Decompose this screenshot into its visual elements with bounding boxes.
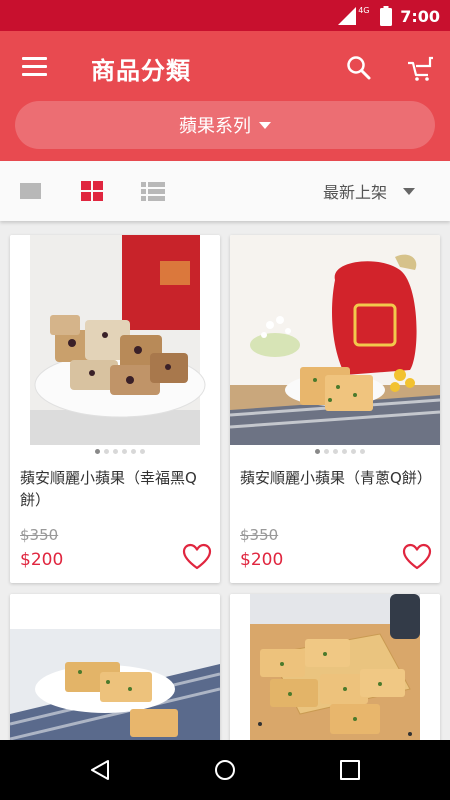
carousel-dot[interactable] xyxy=(113,449,118,454)
status-time: 7:00 xyxy=(400,6,440,26)
menu-icon[interactable] xyxy=(20,55,50,79)
carousel-dot[interactable] xyxy=(122,449,127,454)
carousel-dot[interactable] xyxy=(360,449,365,454)
carousel-dot[interactable] xyxy=(140,449,145,454)
product-photo-pastry-plate[interactable] xyxy=(10,235,220,445)
carousel-dot[interactable] xyxy=(333,449,338,454)
product-card[interactable]: 蘋安順麗小蘋果（幸福黑Q餅） $350 $200 xyxy=(10,235,220,583)
page-title: 商品分類 xyxy=(91,57,191,85)
carousel-dots xyxy=(95,449,145,454)
carousel-dot[interactable] xyxy=(342,449,347,454)
product-name[interactable]: 蘋安順麗小蘋果（青蔥Q餅） xyxy=(240,467,436,489)
status-bar: 4G 7:00 xyxy=(0,0,450,31)
heart-icon[interactable] xyxy=(182,543,212,571)
cart-icon[interactable] xyxy=(405,53,435,83)
single-view-icon[interactable] xyxy=(20,183,41,199)
sort-label: 最新上架 xyxy=(323,183,388,202)
product-card[interactable]: 蘋安順麗小蘋果（青蔥Q餅） $350 $200 xyxy=(230,235,440,583)
product-photo-gift-box-crackers[interactable] xyxy=(230,235,440,445)
grid-view-icon[interactable] xyxy=(81,181,103,201)
sale-price: $200 xyxy=(240,550,284,570)
category-dropdown[interactable]: 蘋果系列 xyxy=(15,101,435,149)
sort-dropdown[interactable]: 最新上架 xyxy=(323,179,416,203)
system-nav-bar xyxy=(0,740,450,800)
app-bar: 商品分類 蘋果系列 xyxy=(0,31,450,161)
status-icons: 4G 7:00 xyxy=(338,5,440,27)
battery-icon xyxy=(380,6,393,26)
list-view-icon[interactable] xyxy=(141,182,165,201)
carousel-dot[interactable] xyxy=(104,449,109,454)
carousel-dot[interactable] xyxy=(324,449,329,454)
product-name[interactable]: 蘋安順麗小蘋果（幸福黑Q餅） xyxy=(20,467,216,511)
signal-icon: 4G xyxy=(338,6,370,25)
original-price: $350 xyxy=(240,526,279,544)
carousel-dot[interactable] xyxy=(95,449,100,454)
carousel-dot[interactable] xyxy=(351,449,356,454)
home-icon[interactable] xyxy=(214,759,236,781)
original-price: $350 xyxy=(20,526,59,544)
network-type-label: 4G xyxy=(358,6,370,15)
search-icon[interactable] xyxy=(344,53,374,83)
view-toolbar: 最新上架 xyxy=(0,161,450,221)
carousel-dot[interactable] xyxy=(315,449,320,454)
recents-icon[interactable] xyxy=(340,760,360,780)
heart-icon[interactable] xyxy=(402,543,432,571)
sale-price: $200 xyxy=(20,550,64,570)
carousel-dot[interactable] xyxy=(131,449,136,454)
caret-down-icon xyxy=(259,121,271,129)
caret-down-icon xyxy=(403,187,416,195)
category-label: 蘋果系列 xyxy=(179,116,251,137)
carousel-dots xyxy=(315,449,365,454)
back-icon[interactable] xyxy=(89,759,111,781)
